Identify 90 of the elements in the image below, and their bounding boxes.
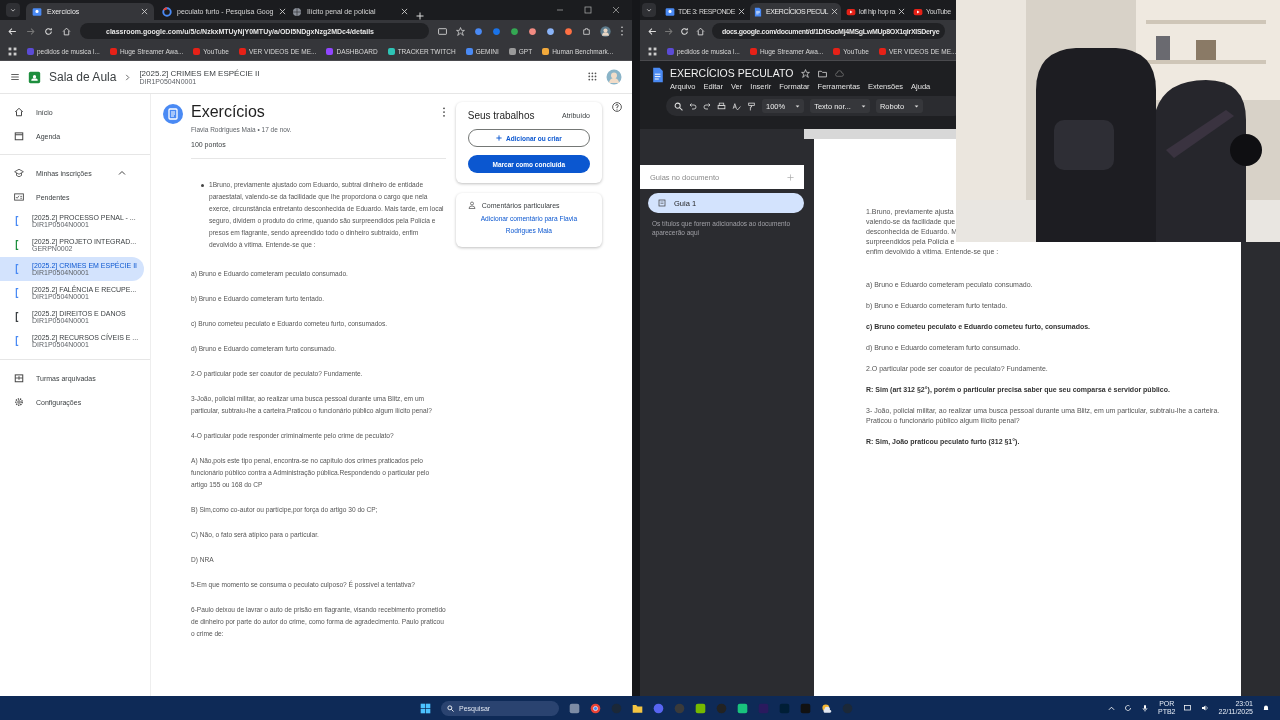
spellcheck-icon[interactable]: [732, 101, 741, 111]
classroom-icon: [665, 6, 675, 17]
card-title: Seus trabalhos: [467, 110, 535, 121]
sync-icon[interactable]: [1123, 704, 1132, 712]
microphone-icon[interactable]: [1140, 704, 1149, 712]
bracket-icon: [14, 288, 20, 298]
caret-icon: [860, 103, 866, 109]
document-icon: [753, 6, 763, 17]
docs-logo-icon: [652, 67, 664, 83]
back-icon[interactable]: [648, 26, 657, 36]
home-icon[interactable]: [696, 26, 705, 36]
back-icon[interactable]: [8, 26, 17, 36]
app-icon[interactable]: [569, 702, 580, 714]
close-icon[interactable]: [401, 8, 408, 15]
apps-icon[interactable]: [8, 46, 17, 56]
document-title[interactable]: EXERCÍCIOS PECULATO: [670, 67, 794, 79]
caret-icon: [914, 103, 920, 109]
cloud-icon: [835, 68, 845, 78]
chevron-right-icon: [124, 73, 132, 81]
star-icon[interactable]: [456, 26, 465, 36]
avatar-icon[interactable]: [600, 25, 611, 37]
maximize-icon[interactable]: [584, 6, 592, 14]
bracket-icon: [14, 312, 20, 322]
forward-icon[interactable]: [26, 26, 35, 36]
app-icon[interactable]: [653, 702, 664, 714]
app-icon[interactable]: [737, 702, 748, 714]
notification-icon[interactable]: [1262, 704, 1270, 712]
plus-icon: [496, 135, 503, 141]
globe-icon: [292, 6, 302, 17]
tab-icon: [658, 199, 666, 207]
settings-icon: [14, 397, 24, 407]
browser-icon[interactable]: [590, 702, 601, 714]
app-name[interactable]: Sala de Aula: [49, 70, 117, 84]
cast-icon[interactable]: [438, 26, 447, 36]
google-icon: [162, 6, 172, 17]
apps-icon[interactable]: [648, 46, 657, 56]
help-icon[interactable]: [612, 102, 622, 112]
bracket-icon: [14, 216, 20, 226]
redo-icon[interactable]: [703, 102, 711, 110]
school-icon: [14, 168, 24, 178]
forward-icon[interactable]: [664, 26, 673, 36]
close-icon[interactable]: [612, 6, 620, 14]
more-icon[interactable]: [441, 107, 446, 117]
puzzle-icon[interactable]: [582, 26, 591, 36]
close-icon[interactable]: [278, 8, 286, 15]
person-icon: [467, 201, 476, 209]
network-icon[interactable]: [1184, 704, 1193, 712]
more-icon[interactable]: [620, 26, 624, 36]
archive-icon: [14, 373, 24, 383]
print-icon[interactable]: [717, 101, 726, 111]
chevron-icon: [10, 7, 16, 13]
bracket-icon: [14, 264, 20, 274]
play-icon: [846, 6, 857, 17]
star-icon[interactable]: [801, 68, 811, 78]
bracket-icon: [14, 336, 20, 346]
close-icon[interactable]: [831, 8, 839, 15]
chevron-up-icon: [118, 169, 126, 177]
chevron-icon: [646, 7, 652, 13]
chevron-up-icon[interactable]: [1107, 704, 1115, 712]
folder-icon[interactable]: [632, 702, 643, 714]
bracket-icon: [14, 240, 20, 250]
folder-icon[interactable]: [818, 68, 828, 78]
search-icon[interactable]: [674, 101, 683, 111]
close-icon[interactable]: [141, 8, 148, 15]
calendar-icon: [14, 131, 24, 141]
classroom-icon: [32, 6, 42, 17]
course-title[interactable]: [2025.2] CRIMES EM ESPÉCIE II: [139, 69, 260, 78]
classroom-logo-icon: [28, 70, 41, 84]
close-icon[interactable]: [738, 8, 745, 15]
checklist-icon: [14, 192, 24, 202]
undo-icon[interactable]: [689, 102, 697, 110]
volume-icon[interactable]: [1201, 704, 1210, 712]
close-icon[interactable]: [898, 8, 906, 15]
search-icon: [447, 704, 454, 712]
apps-icon[interactable]: [588, 72, 598, 82]
assignment-icon: [163, 104, 183, 124]
reload-icon[interactable]: [44, 26, 53, 36]
windows-icon[interactable]: [420, 702, 431, 714]
app-icon[interactable]: [695, 702, 706, 714]
home-icon[interactable]: [62, 26, 71, 36]
weather-icon[interactable]: [821, 702, 832, 714]
play-icon: [913, 6, 924, 17]
paint-format-icon[interactable]: [747, 101, 756, 111]
home-icon: [14, 107, 24, 117]
assignment-title: Exercícios: [191, 102, 265, 122]
caret-icon: [795, 103, 801, 109]
bullet-icon: [201, 184, 204, 187]
reload-icon[interactable]: [680, 26, 689, 36]
new-tab-icon[interactable]: [416, 12, 424, 20]
menu-icon[interactable]: [10, 72, 20, 82]
